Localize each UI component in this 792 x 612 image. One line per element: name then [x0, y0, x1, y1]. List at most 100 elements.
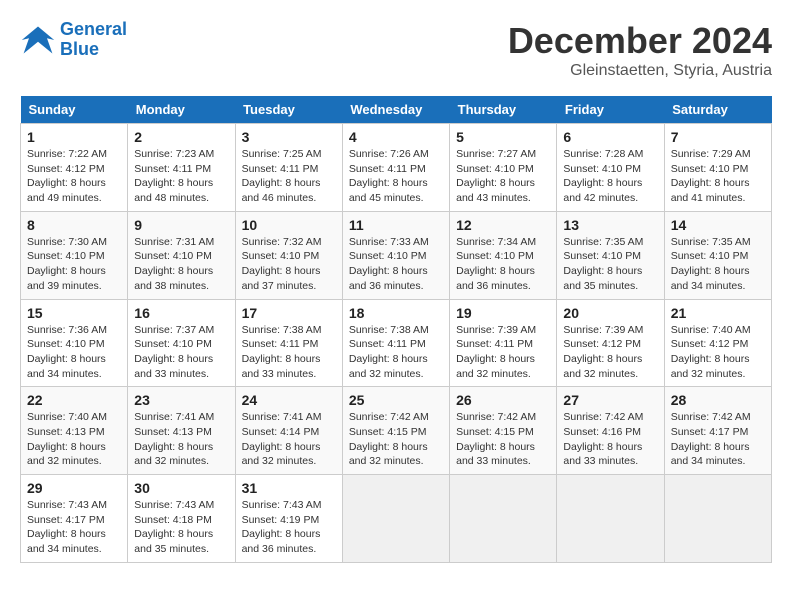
day-info: Sunrise: 7:41 AM Sunset: 4:14 PM Dayligh…	[242, 410, 336, 469]
calendar-cell: 25 Sunrise: 7:42 AM Sunset: 4:15 PM Dayli…	[342, 387, 449, 475]
day-number: 8	[27, 217, 121, 233]
calendar-cell: 27Sunrise: 7:42 AM Sunset: 4:16 PM Dayli…	[557, 387, 664, 475]
day-number: 31	[242, 480, 336, 496]
logo-text: General Blue	[60, 20, 127, 60]
calendar-cell	[557, 475, 664, 563]
day-number: 13	[563, 217, 657, 233]
day-number: 26	[456, 392, 550, 408]
calendar-cell	[342, 475, 449, 563]
day-number: 24	[242, 392, 336, 408]
calendar-cell: 22 Sunrise: 7:40 AM Sunset: 4:13 PM Dayli…	[21, 387, 128, 475]
calendar-cell: 14Sunrise: 7:35 AM Sunset: 4:10 PM Dayli…	[664, 211, 771, 299]
calendar-cell: 19 Sunrise: 7:39 AM Sunset: 4:11 PM Dayli…	[450, 299, 557, 387]
title-block: December 2024 Gleinstaetten, Styria, Aus…	[508, 20, 772, 80]
day-info: Sunrise: 7:23 AM Sunset: 4:11 PM Dayligh…	[134, 147, 228, 206]
day-number: 30	[134, 480, 228, 496]
calendar-cell: 29 Sunrise: 7:43 AM Sunset: 4:17 PM Dayli…	[21, 475, 128, 563]
day-number: 7	[671, 129, 765, 145]
day-number: 2	[134, 129, 228, 145]
day-info: Sunrise: 7:32 AM Sunset: 4:10 PM Dayligh…	[242, 235, 336, 294]
header-monday: Monday	[128, 96, 235, 124]
day-info: Sunrise: 7:25 AM Sunset: 4:11 PM Dayligh…	[242, 147, 336, 206]
calendar-cell: 18 Sunrise: 7:38 AM Sunset: 4:11 PM Dayli…	[342, 299, 449, 387]
calendar-cell: 7 Sunrise: 7:29 AM Sunset: 4:10 PM Daylig…	[664, 124, 771, 212]
day-number: 1	[27, 129, 121, 145]
calendar-cell: 3Sunrise: 7:25 AM Sunset: 4:11 PM Daylig…	[235, 124, 342, 212]
calendar-cell: 31 Sunrise: 7:43 AM Sunset: 4:19 PM Dayli…	[235, 475, 342, 563]
day-info: Sunrise: 7:43 AM Sunset: 4:19 PM Dayligh…	[242, 498, 336, 557]
page-header: General Blue December 2024 Gleinstaetten…	[20, 20, 772, 80]
calendar-cell: 5 Sunrise: 7:27 AM Sunset: 4:10 PM Daylig…	[450, 124, 557, 212]
header-sunday: Sunday	[21, 96, 128, 124]
calendar-cell: 12 Sunrise: 7:34 AM Sunset: 4:10 PM Dayli…	[450, 211, 557, 299]
day-info: Sunrise: 7:22 AM Sunset: 4:12 PM Dayligh…	[27, 147, 121, 206]
day-info: Sunrise: 7:39 AM Sunset: 4:12 PM Dayligh…	[563, 323, 657, 382]
header-thursday: Thursday	[450, 96, 557, 124]
week-row-3: 15 Sunrise: 7:36 AM Sunset: 4:10 PM Dayli…	[21, 299, 772, 387]
day-info: Sunrise: 7:29 AM Sunset: 4:10 PM Dayligh…	[671, 147, 765, 206]
day-number: 17	[242, 305, 336, 321]
calendar-cell: 10Sunrise: 7:32 AM Sunset: 4:10 PM Dayli…	[235, 211, 342, 299]
day-number: 21	[671, 305, 765, 321]
week-row-5: 29 Sunrise: 7:43 AM Sunset: 4:17 PM Dayli…	[21, 475, 772, 563]
calendar-cell: 11Sunrise: 7:33 AM Sunset: 4:10 PM Dayli…	[342, 211, 449, 299]
day-info: Sunrise: 7:34 AM Sunset: 4:10 PM Dayligh…	[456, 235, 550, 294]
day-info: Sunrise: 7:40 AM Sunset: 4:12 PM Dayligh…	[671, 323, 765, 382]
calendar-cell: 24 Sunrise: 7:41 AM Sunset: 4:14 PM Dayli…	[235, 387, 342, 475]
calendar-cell: 21 Sunrise: 7:40 AM Sunset: 4:12 PM Dayli…	[664, 299, 771, 387]
week-row-4: 22 Sunrise: 7:40 AM Sunset: 4:13 PM Dayli…	[21, 387, 772, 475]
day-info: Sunrise: 7:38 AM Sunset: 4:11 PM Dayligh…	[242, 323, 336, 382]
day-number: 19	[456, 305, 550, 321]
day-info: Sunrise: 7:43 AM Sunset: 4:17 PM Dayligh…	[27, 498, 121, 557]
header-tuesday: Tuesday	[235, 96, 342, 124]
day-info: Sunrise: 7:26 AM Sunset: 4:11 PM Dayligh…	[349, 147, 443, 206]
day-number: 22	[27, 392, 121, 408]
day-info: Sunrise: 7:33 AM Sunset: 4:10 PM Dayligh…	[349, 235, 443, 294]
day-info: Sunrise: 7:36 AM Sunset: 4:10 PM Dayligh…	[27, 323, 121, 382]
logo-blue: Blue	[60, 39, 99, 59]
day-info: Sunrise: 7:35 AM Sunset: 4:10 PM Dayligh…	[671, 235, 765, 294]
day-info: Sunrise: 7:42 AM Sunset: 4:15 PM Dayligh…	[456, 410, 550, 469]
week-row-1: 1 Sunrise: 7:22 AM Sunset: 4:12 PM Daylig…	[21, 124, 772, 212]
day-number: 18	[349, 305, 443, 321]
calendar-cell: 2 Sunrise: 7:23 AM Sunset: 4:11 PM Daylig…	[128, 124, 235, 212]
calendar-cell: 16 Sunrise: 7:37 AM Sunset: 4:10 PM Dayli…	[128, 299, 235, 387]
day-number: 5	[456, 129, 550, 145]
day-info: Sunrise: 7:31 AM Sunset: 4:10 PM Dayligh…	[134, 235, 228, 294]
day-info: Sunrise: 7:27 AM Sunset: 4:10 PM Dayligh…	[456, 147, 550, 206]
day-number: 15	[27, 305, 121, 321]
day-info: Sunrise: 7:35 AM Sunset: 4:10 PM Dayligh…	[563, 235, 657, 294]
logo: General Blue	[20, 20, 127, 60]
calendar-cell	[664, 475, 771, 563]
day-info: Sunrise: 7:40 AM Sunset: 4:13 PM Dayligh…	[27, 410, 121, 469]
calendar-cell: 8Sunrise: 7:30 AM Sunset: 4:10 PM Daylig…	[21, 211, 128, 299]
header-wednesday: Wednesday	[342, 96, 449, 124]
calendar-cell: 1 Sunrise: 7:22 AM Sunset: 4:12 PM Daylig…	[21, 124, 128, 212]
calendar-cell	[450, 475, 557, 563]
calendar-table: Sunday Monday Tuesday Wednesday Thursday…	[20, 96, 772, 563]
calendar-cell: 28Sunrise: 7:42 AM Sunset: 4:17 PM Dayli…	[664, 387, 771, 475]
day-info: Sunrise: 7:42 AM Sunset: 4:15 PM Dayligh…	[349, 410, 443, 469]
month-title: December 2024	[508, 20, 772, 62]
day-number: 25	[349, 392, 443, 408]
header-friday: Friday	[557, 96, 664, 124]
calendar-cell: 17 Sunrise: 7:38 AM Sunset: 4:11 PM Dayli…	[235, 299, 342, 387]
calendar-cell: 20Sunrise: 7:39 AM Sunset: 4:12 PM Dayli…	[557, 299, 664, 387]
day-number: 16	[134, 305, 228, 321]
day-info: Sunrise: 7:39 AM Sunset: 4:11 PM Dayligh…	[456, 323, 550, 382]
calendar-cell: 23Sunrise: 7:41 AM Sunset: 4:13 PM Dayli…	[128, 387, 235, 475]
day-info: Sunrise: 7:37 AM Sunset: 4:10 PM Dayligh…	[134, 323, 228, 382]
calendar-cell: 13 Sunrise: 7:35 AM Sunset: 4:10 PM Dayli…	[557, 211, 664, 299]
day-number: 4	[349, 129, 443, 145]
day-number: 27	[563, 392, 657, 408]
day-number: 12	[456, 217, 550, 233]
day-number: 6	[563, 129, 657, 145]
day-info: Sunrise: 7:43 AM Sunset: 4:18 PM Dayligh…	[134, 498, 228, 557]
day-info: Sunrise: 7:38 AM Sunset: 4:11 PM Dayligh…	[349, 323, 443, 382]
day-number: 23	[134, 392, 228, 408]
day-number: 9	[134, 217, 228, 233]
day-info: Sunrise: 7:42 AM Sunset: 4:17 PM Dayligh…	[671, 410, 765, 469]
location: Gleinstaetten, Styria, Austria	[508, 62, 772, 80]
day-number: 29	[27, 480, 121, 496]
weekday-header-row: Sunday Monday Tuesday Wednesday Thursday…	[21, 96, 772, 124]
